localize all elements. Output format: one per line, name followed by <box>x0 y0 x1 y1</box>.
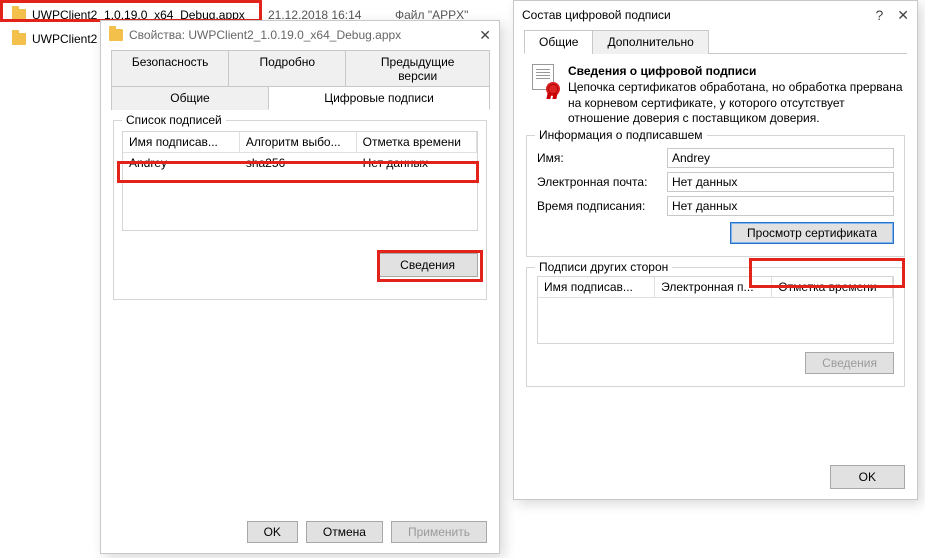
tab-advanced[interactable]: Дополнительно <box>592 30 708 54</box>
folder-icon <box>12 33 26 45</box>
email-field: Нет данных <box>667 172 894 192</box>
tab-details[interactable]: Подробно <box>228 50 346 87</box>
signature-list-group: Список подписей Имя подписав... Алгоритм… <box>113 120 487 300</box>
cell-algorithm: sha256 <box>240 153 357 173</box>
ok-button[interactable]: OK <box>247 521 298 543</box>
cell-signer: Andrey <box>123 153 240 173</box>
signature-details-dialog: Состав цифровой подписи ? ✕ Общие Дополн… <box>513 0 918 500</box>
group-label: Список подписей <box>122 113 226 127</box>
col-signer[interactable]: Имя подписав... <box>538 277 655 298</box>
properties-dialog: Свойства: UWPClient2_1.0.19.0_x64_Debug.… <box>100 20 500 554</box>
dialog-buttons: OK <box>830 465 905 489</box>
file-row[interactable]: UWPClient2 <box>12 30 97 48</box>
cell-timestamp: Нет данных <box>357 153 477 173</box>
tab-digital-signatures[interactable]: Цифровые подписи <box>268 86 490 110</box>
view-certificate-button[interactable]: Просмотр сертификата <box>730 222 894 244</box>
close-icon[interactable]: ✕ <box>479 27 491 44</box>
titlebar[interactable]: Свойства: UWPClient2_1.0.19.0_x64_Debug.… <box>101 21 499 49</box>
info-header: Сведения о цифровой подписи <box>568 64 903 78</box>
dialog-buttons: OK Отмена Применить <box>247 521 487 543</box>
window-title: Свойства: UWPClient2_1.0.19.0_x64_Debug.… <box>129 28 401 42</box>
email-label: Электронная почта: <box>537 175 667 189</box>
info-body: Цепочка сертификатов обработана, но обра… <box>568 80 903 127</box>
countersignatures-listview[interactable]: Имя подписав... Электронная п... Отметка… <box>537 276 894 344</box>
titlebar[interactable]: Состав цифровой подписи ? ✕ <box>514 1 917 29</box>
col-timestamp[interactable]: Отметка времени <box>772 277 893 298</box>
group-label: Подписи других сторон <box>535 260 672 274</box>
signing-time-field: Нет данных <box>667 196 894 216</box>
col-algorithm[interactable]: Алгоритм выбо... <box>240 132 357 153</box>
cancel-button[interactable]: Отмена <box>306 521 383 543</box>
certificate-icon <box>528 64 560 96</box>
col-timestamp[interactable]: Отметка времени <box>357 132 477 153</box>
tab-security[interactable]: Безопасность <box>111 50 229 87</box>
ok-button[interactable]: OK <box>830 465 905 489</box>
tab-general[interactable]: Общие <box>524 30 593 54</box>
signature-listview[interactable]: Имя подписав... Алгоритм выбо... Отметка… <box>122 131 478 231</box>
close-icon[interactable]: ✕ <box>897 7 909 24</box>
help-icon[interactable]: ? <box>875 7 883 23</box>
col-email[interactable]: Электронная п... <box>655 277 772 298</box>
tab-general[interactable]: Общие <box>111 86 269 110</box>
folder-icon <box>12 9 26 21</box>
signature-row[interactable]: Andrey sha256 Нет данных <box>123 153 477 173</box>
window-title: Состав цифровой подписи <box>522 8 671 22</box>
countersignatures-group: Подписи других сторон Имя подписав... Эл… <box>526 267 905 387</box>
listview-header: Имя подписав... Алгоритм выбо... Отметка… <box>123 132 477 153</box>
folder-icon <box>109 29 123 41</box>
signer-info-group: Информация о подписавшем Имя: Andrey Эле… <box>526 135 905 257</box>
details-button[interactable]: Сведения <box>377 253 478 277</box>
countersig-details-button[interactable]: Сведения <box>805 352 894 374</box>
name-field: Andrey <box>667 148 894 168</box>
col-signer[interactable]: Имя подписав... <box>123 132 240 153</box>
signing-time-label: Время подписания: <box>537 199 667 213</box>
tab-previous-versions[interactable]: Предыдущие версии <box>345 50 490 87</box>
file-name: UWPClient2 <box>32 32 97 46</box>
apply-button[interactable]: Применить <box>391 521 487 543</box>
group-label: Информация о подписавшем <box>535 128 707 142</box>
name-label: Имя: <box>537 151 667 165</box>
